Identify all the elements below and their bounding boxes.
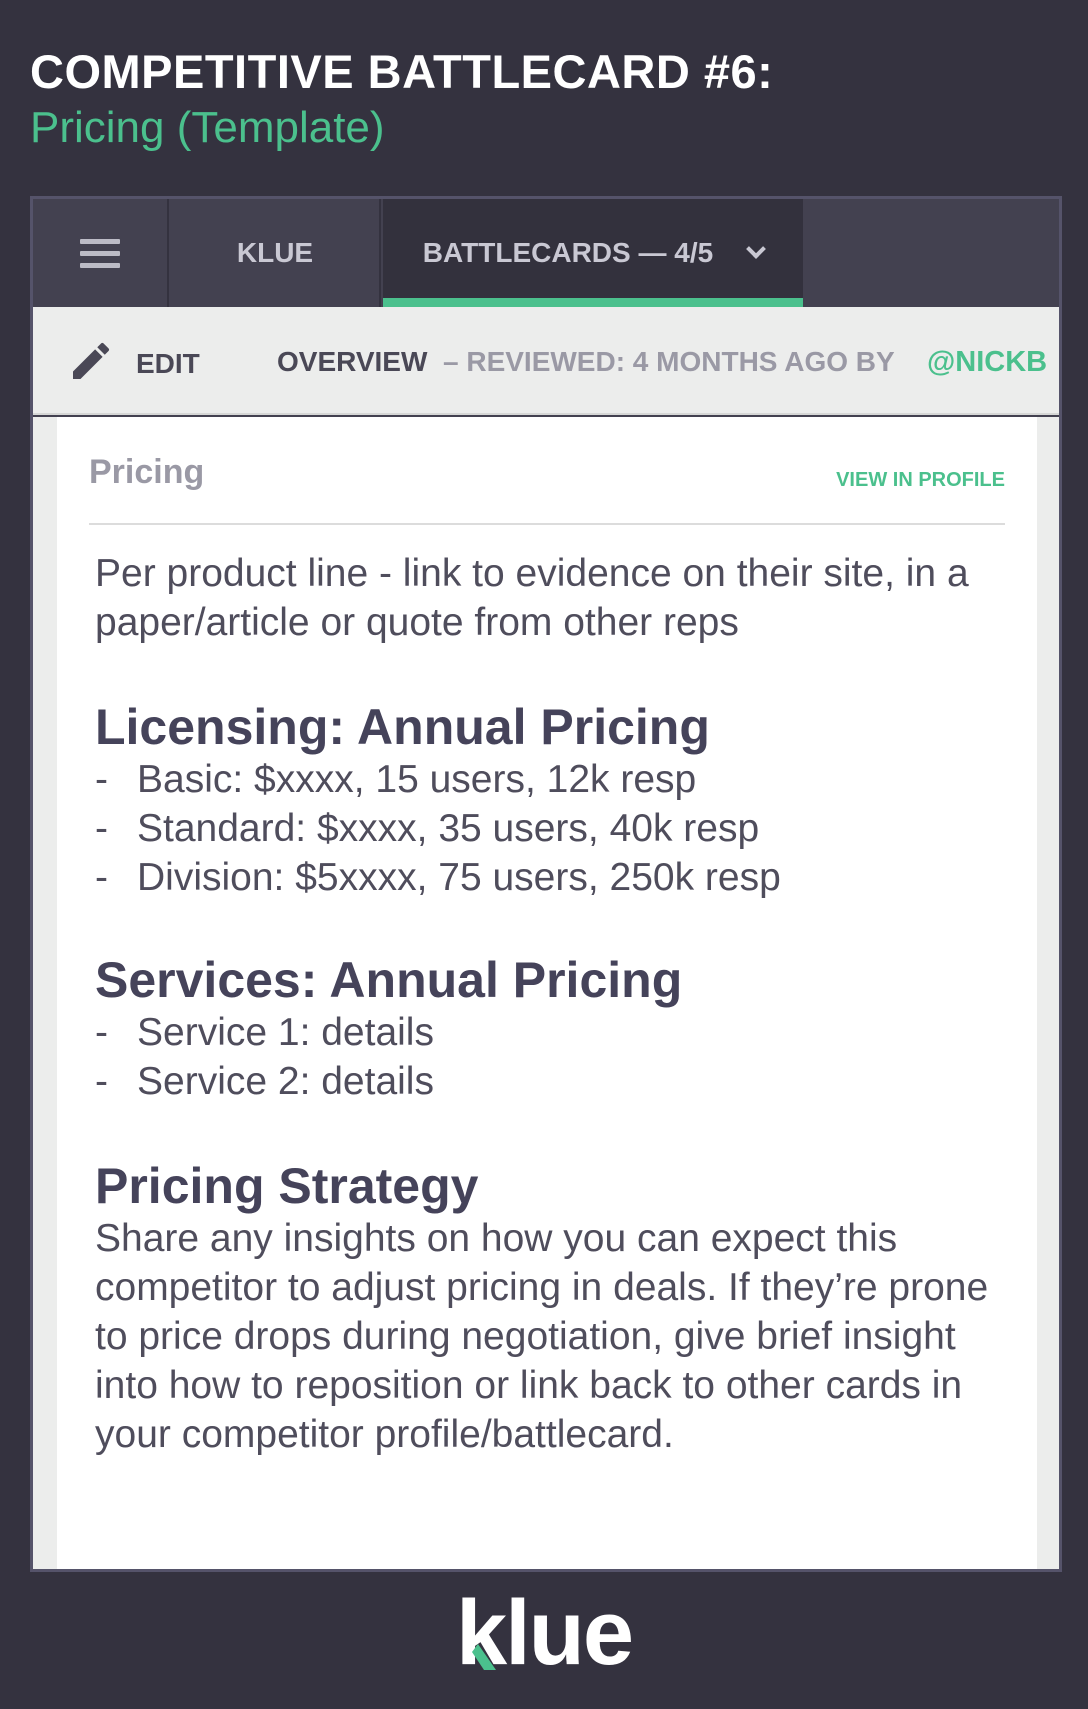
page-title: COMPETITIVE BATTLECARD #6: (30, 45, 774, 98)
logo-text: klue (456, 1586, 632, 1682)
intro-text: Per product line - link to evidence on t… (95, 552, 969, 644)
list-item: - Service 1: details (95, 1008, 1000, 1057)
strategy-heading: Pricing Strategy (95, 1158, 479, 1214)
list-item: - Service 2: details (95, 1057, 1000, 1106)
strategy-text: Share any insights on how you can expect… (95, 1217, 989, 1456)
card-area: Pricing VIEW IN PROFILE Per product line… (33, 417, 1059, 1569)
edit-button[interactable]: EDIT (136, 348, 200, 380)
card-title: Pricing (89, 453, 205, 491)
licensing-heading: Licensing: Annual Pricing (95, 699, 710, 755)
reviewed-status: – REVIEWED: 4 MONTHS AGO BY (443, 346, 895, 377)
menu-button[interactable] (33, 199, 169, 307)
card-toolbar: EDIT OVERVIEW – REVIEWED: 4 MONTHS AGO B… (33, 307, 1059, 415)
list-item-text: Basic: $xxxx, 15 users, 12k resp (137, 758, 697, 801)
battlecards-label: BATTLECARDS — 4/5 (422, 237, 714, 268)
list-item-text: Standard: $xxxx, 35 users, 40k resp (137, 807, 760, 850)
klue-logo-icon: klue (456, 1582, 634, 1684)
klue-logo: klue (0, 1582, 1088, 1687)
list-item-text: Service 1: details (137, 1011, 434, 1054)
top-navigation: KLUE BATTLECARDS — 4/5 (33, 199, 1059, 307)
card-divider (89, 523, 1005, 525)
app-window: KLUE BATTLECARDS — 4/5 EDIT OVERVIEW – R… (30, 196, 1062, 1572)
list-item: - Division: $5xxxx, 75 users, 250k resp (95, 853, 1000, 902)
list-item-text: Division: $5xxxx, 75 users, 250k resp (137, 856, 781, 899)
services-heading: Services: Annual Pricing (95, 952, 683, 1008)
chevron-down-icon (746, 239, 767, 259)
reviewer-username-link[interactable]: @NICKB (927, 346, 1047, 379)
list-item: - Basic: $xxxx, 15 users, 12k resp (95, 755, 1000, 804)
view-in-profile-link[interactable]: VIEW IN PROFILE (836, 469, 1005, 492)
card-content: Per product line - link to evidence on t… (95, 549, 1000, 1459)
battlecard: Pricing VIEW IN PROFILE Per product line… (57, 417, 1037, 1569)
list-item: - Standard: $xxxx, 35 users, 40k resp (95, 804, 1000, 853)
hamburger-menu-icon (80, 232, 120, 275)
page-subtitle: Pricing (Template) (30, 103, 385, 152)
battlecards-dropdown[interactable]: BATTLECARDS — 4/5 (383, 199, 803, 307)
pencil-icon[interactable] (67, 337, 115, 385)
list-item-text: Service 2: details (137, 1060, 434, 1103)
overview-link[interactable]: OVERVIEW (277, 346, 427, 378)
nav-klue-tab[interactable]: KLUE (171, 199, 381, 307)
